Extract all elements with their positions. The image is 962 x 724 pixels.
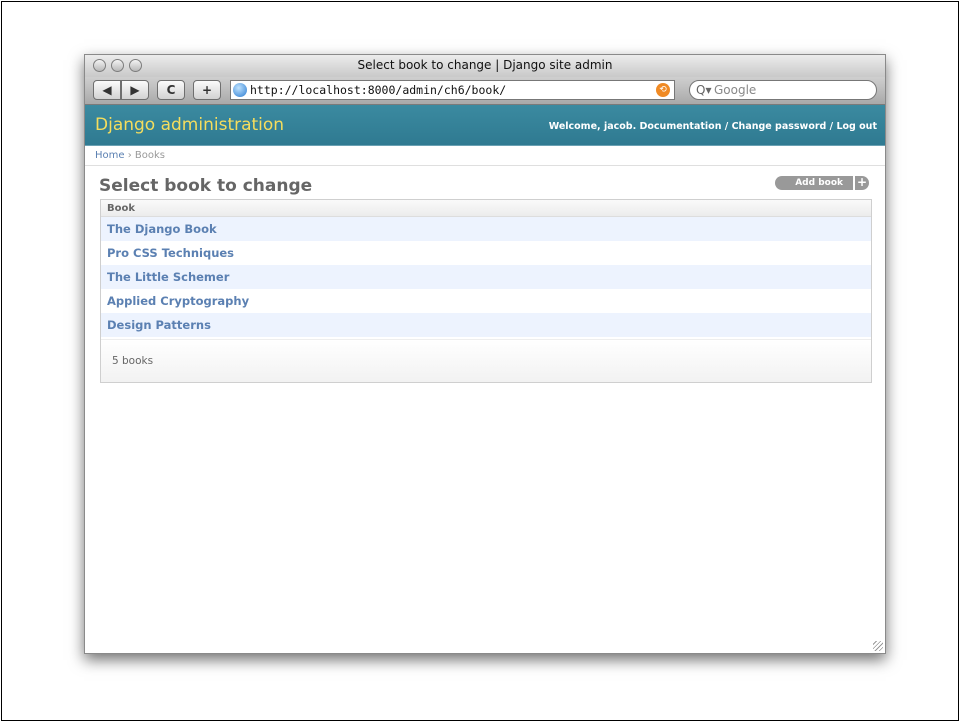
browser-window: Select book to change | Django site admi… — [84, 54, 886, 654]
search-icon: Q▾ — [696, 83, 712, 97]
title-bar: Select book to change | Django site admi… — [85, 55, 885, 77]
add-book-button[interactable]: Add book + — [775, 176, 869, 190]
page-title: Select book to change — [99, 176, 313, 196]
plus-icon: + — [201, 83, 213, 97]
arrow-right-icon: ▶ — [130, 83, 140, 97]
table-row[interactable]: The Little Schemer — [101, 265, 871, 289]
user-tools: Welcome, jacob. Documentation / Change p… — [548, 121, 877, 132]
breadcrumb-home[interactable]: Home — [95, 150, 125, 161]
slide-frame: Select book to change | Django site admi… — [1, 1, 959, 721]
username: jacob — [603, 121, 633, 132]
rss-icon[interactable]: ⟲ — [656, 83, 670, 97]
separator: / — [829, 121, 834, 132]
admin-header: Django administration Welcome, jacob. Do… — [85, 105, 885, 146]
address-text: http://localhost:8000/admin/ch6/book/ — [250, 83, 507, 97]
add-book-label: Add book — [775, 176, 853, 190]
table-row[interactable]: Pro CSS Techniques — [101, 241, 871, 265]
search-placeholder: Google — [714, 83, 757, 97]
breadcrumb-separator: › — [127, 150, 132, 161]
separator: / — [724, 121, 729, 132]
result-count: 5 books — [101, 339, 871, 382]
search-field[interactable]: Q▾ Google — [689, 80, 877, 100]
resize-grip-icon[interactable] — [873, 641, 883, 651]
browser-toolbar: ◀ ▶ C + http://localhost:8000/admin/ch6/… — [85, 77, 885, 105]
table-row[interactable]: The Django Book — [101, 217, 871, 241]
page-content: Django administration Welcome, jacob. Do… — [85, 105, 885, 653]
table-row[interactable]: Applied Cryptography — [101, 289, 871, 313]
forward-button[interactable]: ▶ — [121, 80, 149, 100]
change-list: Book The Django Book Pro CSS Techniques … — [100, 199, 872, 383]
reload-button[interactable]: C — [157, 80, 185, 100]
welcome-text: Welcome, — [548, 121, 601, 132]
documentation-link[interactable]: Documentation — [640, 121, 722, 132]
back-button[interactable]: ◀ — [93, 80, 121, 100]
arrow-left-icon: ◀ — [102, 83, 112, 97]
table-row[interactable]: Design Patterns — [101, 313, 871, 337]
globe-icon — [233, 83, 247, 97]
window-title: Select book to change | Django site admi… — [357, 58, 613, 72]
reload-icon: C — [166, 83, 176, 97]
site-brand[interactable]: Django administration — [95, 115, 284, 135]
change-password-link[interactable]: Change password — [732, 121, 827, 132]
log-out-link[interactable]: Log out — [836, 121, 877, 132]
column-header-book[interactable]: Book — [101, 200, 871, 217]
breadcrumb-current: Books — [134, 150, 166, 161]
breadcrumb: Home › Books — [85, 146, 885, 166]
address-bar[interactable]: http://localhost:8000/admin/ch6/book/ ⟲ — [230, 80, 675, 100]
plus-icon: + — [855, 175, 869, 190]
new-tab-button[interactable]: + — [193, 80, 221, 100]
